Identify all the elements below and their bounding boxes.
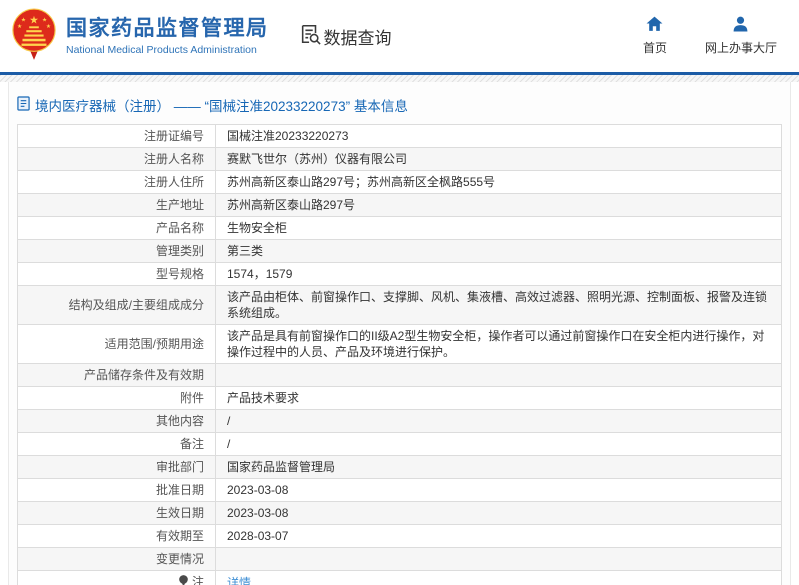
nav-home[interactable]: 首页: [643, 16, 667, 56]
row-label: 管理类别: [156, 244, 204, 258]
row-label: 结构及组成/主要组成成分: [69, 298, 204, 312]
row-value: 第三类: [216, 240, 782, 263]
page-title: 国家药品监督管理局: [66, 17, 269, 41]
row-value: 该产品由柜体、前窗操作口、支撑脚、风机、集液槽、高效过滤器、照明光源、控制面板、…: [216, 286, 782, 325]
table-row: 注册人名称 赛默飞世尔（苏州）仪器有限公司: [18, 148, 782, 171]
svg-text:★: ★: [17, 23, 22, 30]
table-row: 批准日期 2023-03-08: [18, 479, 782, 502]
row-value: 赛默飞世尔（苏州）仪器有限公司: [216, 148, 782, 171]
table-row: 附件 产品技术要求: [18, 387, 782, 410]
table-row: 生效日期 2023-03-08: [18, 502, 782, 525]
row-label: 变更情况: [156, 552, 204, 566]
table-row: 有效期至 2028-03-07: [18, 525, 782, 548]
table-row: 其他内容 /: [18, 410, 782, 433]
row-label: 备注: [180, 437, 204, 451]
svg-text:★: ★: [21, 16, 26, 23]
row-value: 苏州高新区泰山路297号: [216, 194, 782, 217]
row-value: /: [216, 410, 782, 433]
svg-text:★: ★: [29, 14, 38, 26]
home-icon: [646, 16, 663, 39]
row-value: 2028-03-07: [216, 525, 782, 548]
registration-info-table: 注册证编号 国械注准20233220273 注册人名称 赛默飞世尔（苏州）仪器有…: [17, 124, 782, 585]
breadcrumb-text: 境内医疗器械（注册） —— “国械注准20233220273” 基本信息: [35, 95, 408, 115]
table-row: 变更情况: [18, 548, 782, 571]
row-label: 审批部门: [156, 460, 204, 474]
row-value: 该产品是具有前窗操作口的II级A2型生物安全柜，操作者可以通过前窗操作口在安全柜…: [216, 325, 782, 364]
table-row: 注册证编号 国械注准20233220273: [18, 125, 782, 148]
row-value: [216, 548, 782, 571]
table-row: 结构及组成/主要组成成分 该产品由柜体、前窗操作口、支撑脚、风机、集液槽、高效过…: [18, 286, 782, 325]
row-label: 产品名称: [156, 221, 204, 235]
striped-band: [0, 75, 799, 82]
document-icon: [17, 96, 30, 114]
row-value: 生物安全柜: [216, 217, 782, 240]
table-row: 审批部门 国家药品监督管理局: [18, 456, 782, 479]
page: ★ ★ ★ ★ ★ 国家药品监督管理局 National Medical Pro…: [0, 0, 799, 585]
row-label: 有效期至: [156, 529, 204, 543]
table-row: 管理类别 第三类: [18, 240, 782, 263]
row-label: 附件: [180, 391, 204, 405]
svg-text:★: ★: [46, 23, 51, 30]
nav-service-hall[interactable]: 网上办事大厅: [705, 16, 777, 56]
header: ★ ★ ★ ★ ★ 国家药品监督管理局 National Medical Pro…: [0, 0, 799, 72]
table-row: 注册人住所 苏州高新区泰山路297号；苏州高新区全枫路555号: [18, 171, 782, 194]
breadcrumb: 境内医疗器械（注册） —— “国械注准20233220273” 基本信息: [17, 82, 782, 124]
row-value: /: [216, 433, 782, 456]
table-row: 产品储存条件及有效期: [18, 364, 782, 387]
row-label: 生产地址: [156, 198, 204, 212]
nav-home-label: 首页: [643, 39, 667, 56]
balloon-note-icon: [178, 574, 189, 585]
row-label: 其他内容: [156, 414, 204, 428]
row-value: 1574，1579: [216, 263, 782, 286]
data-query-label: 数据查询: [324, 24, 392, 49]
detail-link[interactable]: 详情: [216, 571, 782, 585]
row-label: 生效日期: [156, 506, 204, 520]
row-value: 2023-03-08: [216, 502, 782, 525]
row-label: 注: [192, 575, 204, 585]
row-value: [216, 364, 782, 387]
nmpa-national-emblem-logo[interactable]: ★ ★ ★ ★ ★: [10, 7, 58, 66]
content-panel: 境内医疗器械（注册） —— “国械注准20233220273” 基本信息 注册证…: [8, 82, 791, 585]
user-icon: [732, 16, 749, 39]
row-label: 注册人名称: [144, 152, 204, 166]
table-row: 适用范围/预期用途 该产品是具有前窗操作口的II级A2型生物安全柜，操作者可以通…: [18, 325, 782, 364]
data-query-link[interactable]: 数据查询: [299, 23, 392, 50]
svg-text:★: ★: [42, 16, 47, 23]
row-label: 批准日期: [156, 483, 204, 497]
row-value: 2023-03-08: [216, 479, 782, 502]
row-label: 型号规格: [156, 267, 204, 281]
brand: 国家药品监督管理局 National Medical Products Admi…: [66, 17, 269, 56]
row-value: 国械注准20233220273: [216, 125, 782, 148]
doc-search-icon: [299, 23, 324, 50]
table-row: 生产地址 苏州高新区泰山路297号: [18, 194, 782, 217]
row-label: 注册人住所: [144, 175, 204, 189]
table-row: 产品名称 生物安全柜: [18, 217, 782, 240]
row-value: 苏州高新区泰山路297号；苏州高新区全枫路555号: [216, 171, 782, 194]
info-table-body: 注册证编号 国械注准20233220273 注册人名称 赛默飞世尔（苏州）仪器有…: [18, 125, 782, 585]
table-row: 型号规格 1574，1579: [18, 263, 782, 286]
row-label: 注册证编号: [144, 129, 204, 143]
nav-service-hall-label: 网上办事大厅: [705, 39, 777, 56]
table-row: 注 详情: [18, 571, 782, 585]
row-label: 适用范围/预期用途: [105, 337, 204, 351]
row-label: 产品储存条件及有效期: [84, 368, 204, 382]
row-value: 国家药品监督管理局: [216, 456, 782, 479]
page-subtitle: National Medical Products Administration: [66, 44, 269, 56]
table-row: 备注 /: [18, 433, 782, 456]
row-value: 产品技术要求: [216, 387, 782, 410]
